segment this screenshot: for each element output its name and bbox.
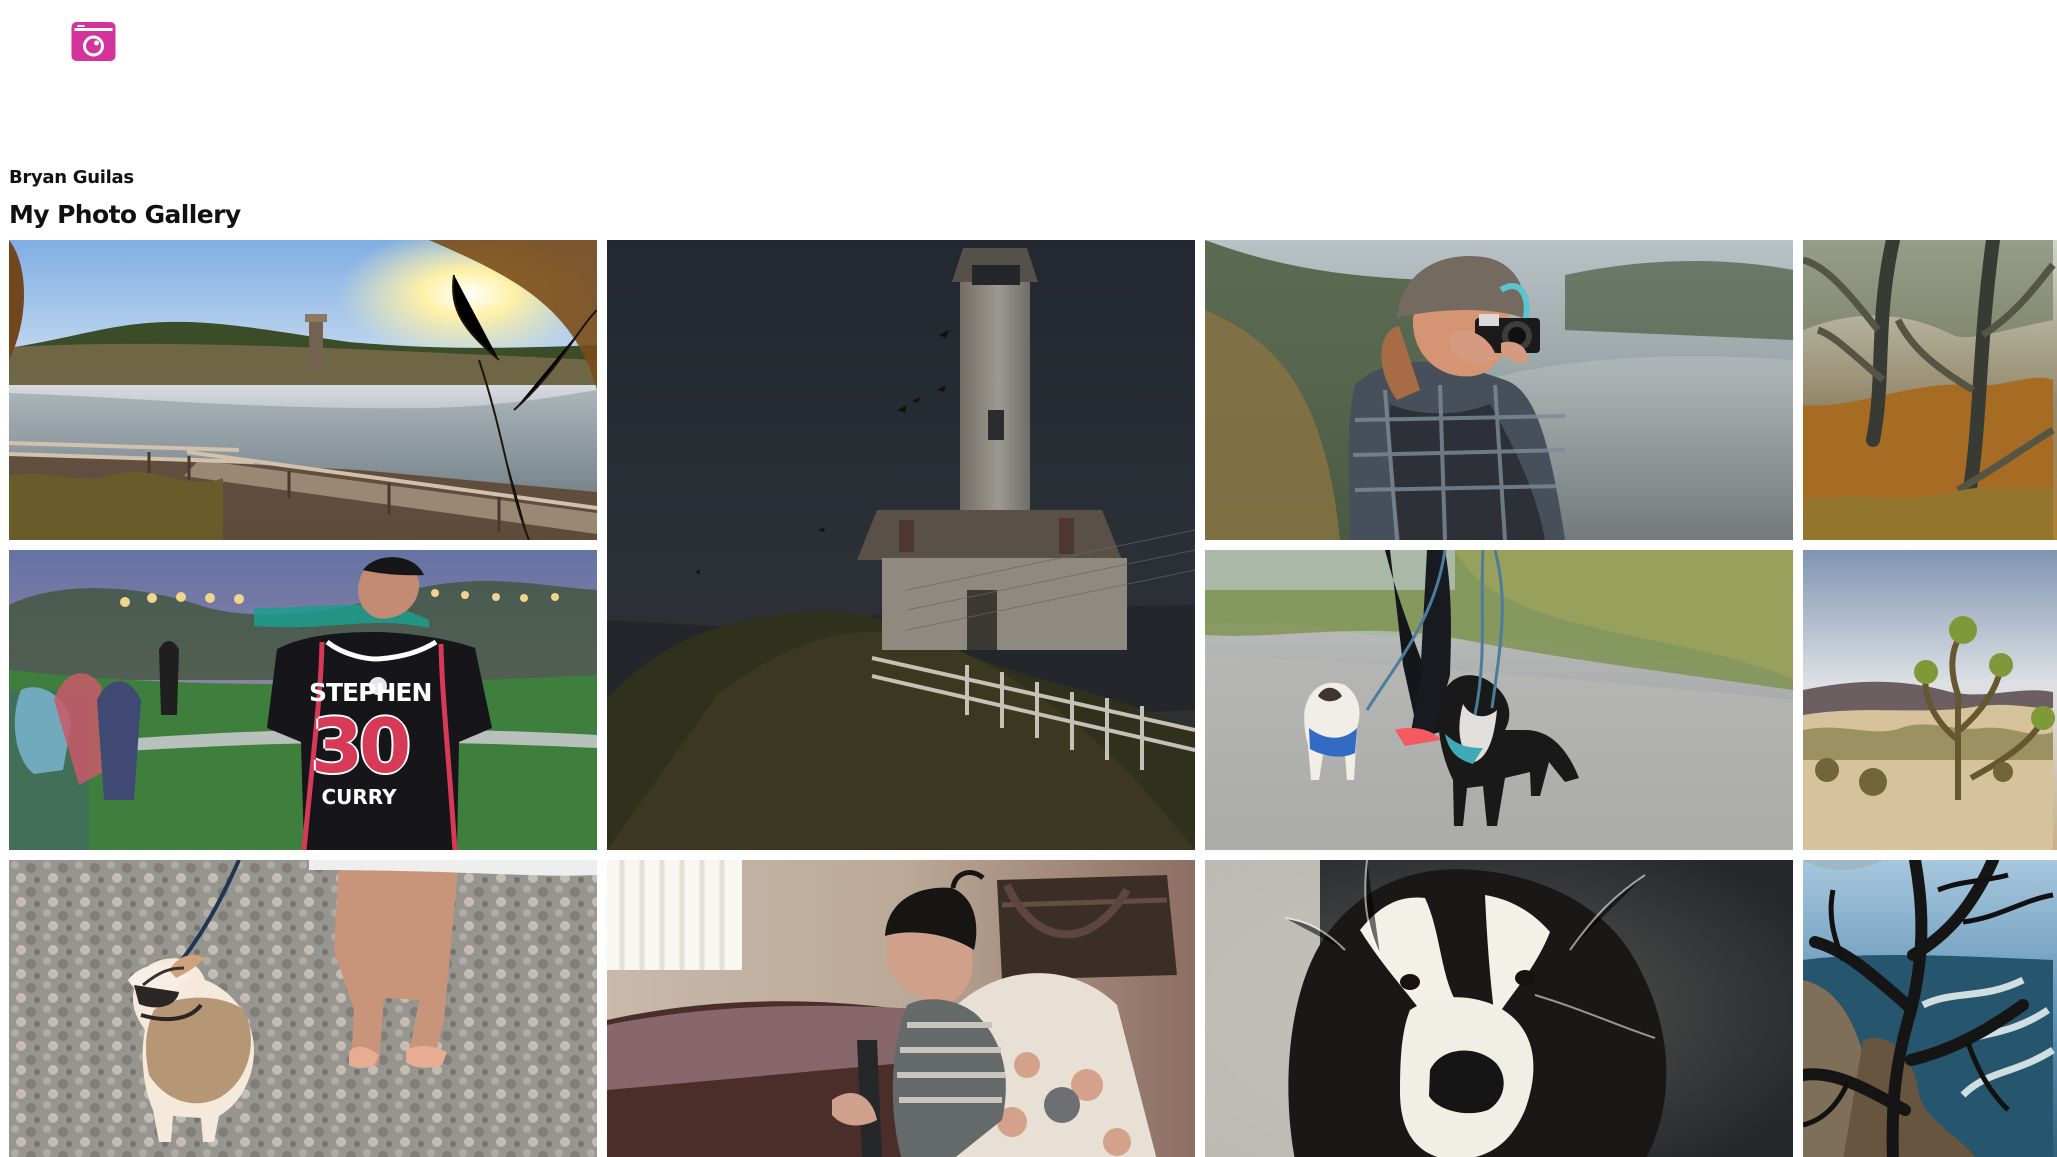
photo-gallery: STEPHEN 30 CURRY (9, 240, 2057, 1157)
gallery-photo-jersey[interactable]: STEPHEN 30 CURRY (9, 550, 597, 850)
gallery-photo-dog-closeup[interactable] (1205, 860, 1793, 1157)
gallery-photo-toddler[interactable] (607, 860, 1195, 1157)
gallery-photo-joshua-tree[interactable] (1803, 550, 2057, 850)
gallery-photo-trees[interactable] (1803, 240, 2057, 540)
author-name: Bryan Guilas (9, 167, 134, 188)
gallery-photo-lighthouse[interactable] (607, 240, 1195, 850)
gallery-photo-dogs-leash[interactable] (1205, 550, 1793, 850)
page-header: Bryan Guilas My Photo Gallery (0, 0, 2057, 229)
gallery-title: My Photo Gallery (9, 200, 241, 229)
camera-icon[interactable] (69, 20, 118, 63)
gallery-photo-chihuahua[interactable] (9, 860, 597, 1157)
gallery-photo-photographer[interactable] (1205, 240, 1793, 540)
gallery-photo-coastal-tree[interactable] (1803, 860, 2057, 1157)
gallery-photo-lake[interactable] (9, 240, 597, 540)
